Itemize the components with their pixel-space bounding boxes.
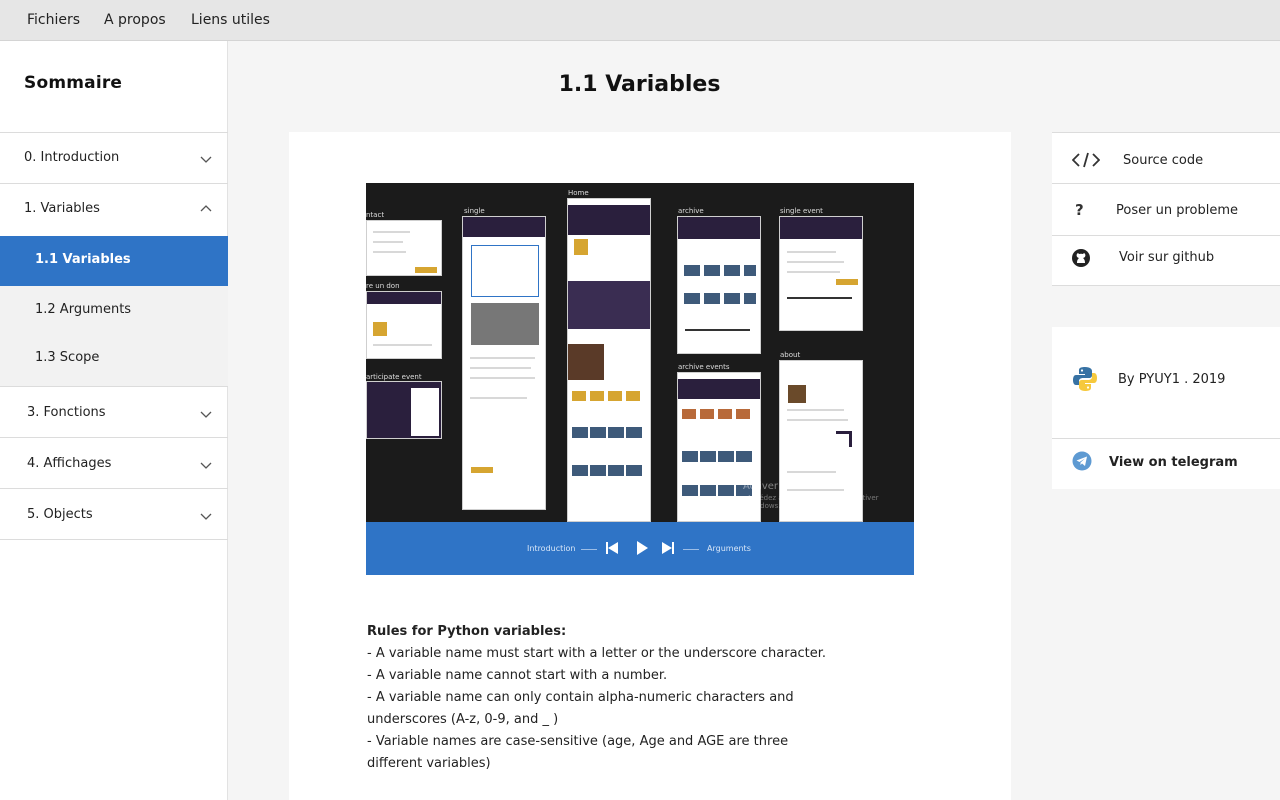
mockup-thumbnail: [779, 216, 863, 331]
mockup-thumbnail: [366, 381, 442, 439]
mockup-thumbnail: [677, 216, 761, 354]
video-screen-label: single event: [780, 207, 823, 215]
telegram-label: View on telegram: [1109, 455, 1238, 470]
windows-watermark-subtitle: Accédez aux paramètres pour activer Wind…: [747, 494, 879, 510]
sidebar-section-label: 0. Introduction: [24, 150, 120, 165]
divider: [581, 549, 597, 550]
rule-line: - Variable names are case-sensitive (age…: [367, 734, 789, 771]
sidebar-section-variables[interactable]: 1. Variables: [0, 183, 228, 235]
author-info: By PYUY1 . 2019: [1052, 327, 1280, 438]
video-screen-label: archive events: [678, 363, 730, 371]
source-code-link[interactable]: Source code: [1052, 132, 1280, 183]
mockup-thumbnail: [366, 291, 442, 359]
sidebar-section-fonctions[interactable]: 3. Fonctions: [0, 386, 228, 437]
sidebar-item-1-1-variables[interactable]: 1.1 Variables: [0, 236, 228, 286]
github-label: Voir sur github: [1119, 250, 1215, 265]
player-controls: Introduction Arguments: [366, 522, 914, 575]
video-screen-label: articipate event: [366, 373, 422, 381]
sidebar-section-affichages[interactable]: 4. Affichages: [0, 437, 228, 488]
report-issue-link[interactable]: ? Poser un probleme: [1052, 184, 1280, 235]
mockup-thumbnail: [462, 216, 546, 510]
content-card: ntact single Home archive single event r…: [289, 132, 1011, 800]
video-player[interactable]: ntact single Home archive single event r…: [366, 183, 914, 575]
report-issue-label: Poser un probleme: [1116, 203, 1238, 218]
sidebar-section-label: 1. Variables: [24, 201, 100, 216]
telegram-icon: [1072, 451, 1092, 471]
chevron-down-icon: [200, 156, 212, 163]
next-lesson-link[interactable]: Arguments: [707, 544, 751, 553]
code-icon: [1072, 152, 1100, 168]
video-screen-label: about: [780, 351, 801, 359]
sidebar-item-label: 1.1 Variables: [35, 252, 131, 267]
python-logo-icon: [1073, 367, 1097, 391]
rule-line: - A variable name can only contain alpha…: [367, 690, 794, 727]
rule-line: - A variable name must start with a lett…: [367, 646, 827, 661]
video-screen-label: Home: [568, 189, 589, 197]
sidebar-section-label: 3. Fonctions: [27, 405, 106, 420]
play-icon[interactable]: [634, 540, 650, 556]
menu-bar: Fichiers A propos Liens utiles: [0, 0, 1280, 41]
rule-line: - A variable name cannot start with a nu…: [367, 668, 668, 683]
links-panel: Source code ? Poser un probleme Voir sur…: [1052, 132, 1280, 286]
previous-lesson-link[interactable]: Introduction: [527, 544, 575, 553]
telegram-link[interactable]: View on telegram: [1052, 439, 1280, 489]
video-screen-label: archive: [678, 207, 704, 215]
divider: [683, 549, 699, 550]
github-link[interactable]: Voir sur github: [1052, 236, 1280, 286]
menu-a-propos[interactable]: A propos: [104, 12, 166, 28]
rules-text: Rules for Python variables: - A variable…: [367, 621, 837, 775]
skip-previous-icon[interactable]: [604, 540, 620, 556]
sidebar-title: Sommaire: [24, 73, 123, 93]
page-title: 1.1 Variables: [558, 72, 721, 97]
sidebar-section-introduction[interactable]: 0. Introduction: [0, 132, 228, 183]
sidebar: Sommaire 0. Introduction 1. Variables 1.…: [0, 41, 228, 800]
sidebar-item-1-3-scope[interactable]: 1.3 Scope: [0, 336, 228, 386]
author-label: By PYUY1 . 2019: [1118, 372, 1226, 387]
source-code-label: Source code: [1123, 153, 1204, 168]
sidebar-item-label: 1.2 Arguments: [35, 302, 132, 317]
menu-liens-utiles[interactable]: Liens utiles: [191, 12, 270, 28]
sidebar-section-label: 4. Affichages: [27, 456, 112, 471]
github-icon: [1072, 249, 1090, 267]
skip-next-icon[interactable]: [660, 540, 676, 556]
video-screen-label: ntact: [366, 211, 385, 219]
rules-heading: Rules for Python variables:: [367, 624, 567, 639]
question-icon: ?: [1075, 201, 1084, 219]
sidebar-section-label: 5. Objects: [27, 507, 93, 522]
mockup-thumbnail: [366, 220, 442, 276]
video-screen[interactable]: ntact single Home archive single event r…: [366, 183, 914, 522]
mockup-thumbnail: [567, 198, 651, 522]
author-panel: By PYUY1 . 2019 View on telegram: [1052, 327, 1280, 489]
sidebar-item-label: 1.3 Scope: [35, 350, 100, 365]
windows-watermark-title: Activer Windows: [743, 481, 826, 492]
video-screen-label: single: [464, 207, 485, 215]
chevron-up-icon: [200, 205, 212, 212]
video-screen-label: re un don: [366, 282, 400, 290]
sidebar-item-1-2-arguments[interactable]: 1.2 Arguments: [0, 286, 228, 336]
sidebar-section-objects[interactable]: 5. Objects: [0, 488, 228, 540]
chevron-down-icon: [200, 513, 212, 520]
chevron-down-icon: [200, 462, 212, 469]
menu-fichiers[interactable]: Fichiers: [27, 12, 80, 28]
chevron-down-icon: [200, 411, 212, 418]
